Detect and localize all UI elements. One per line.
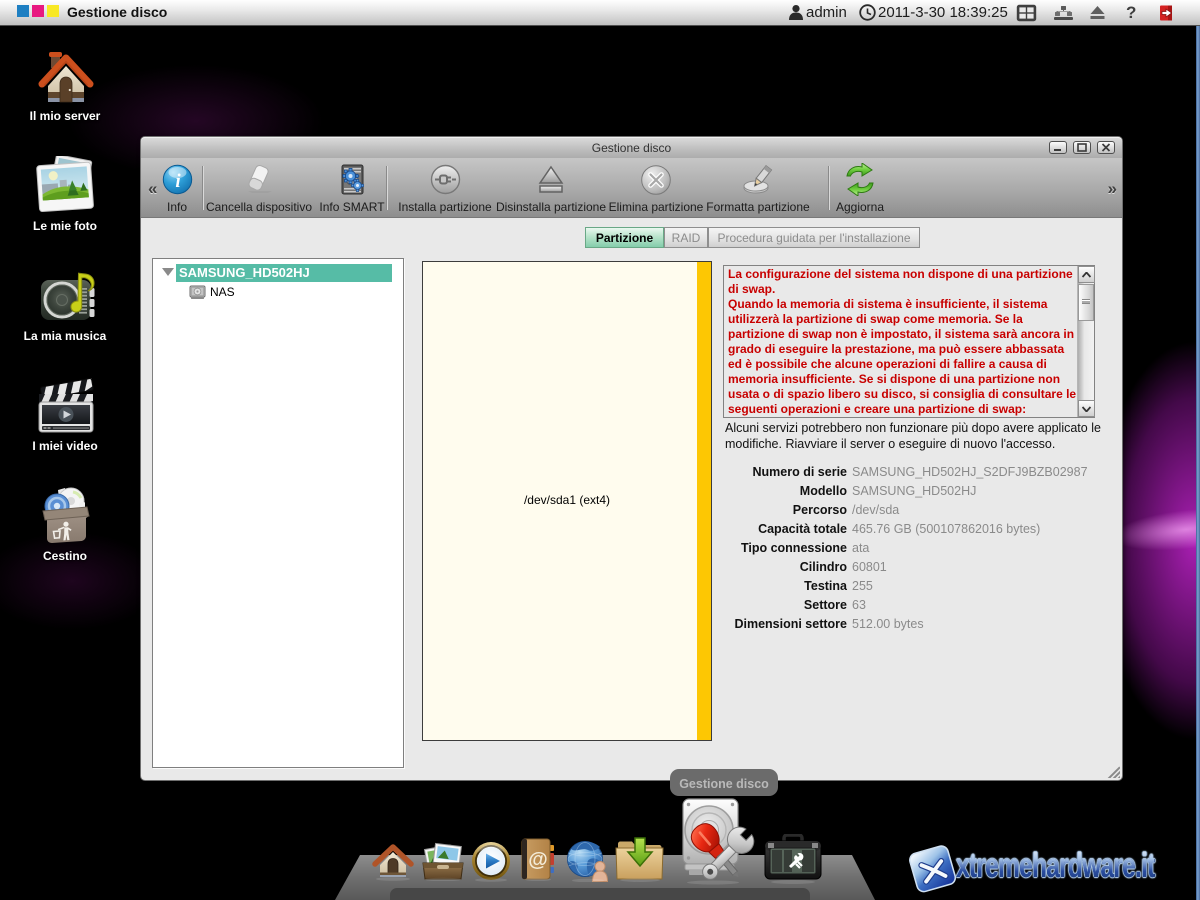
svg-text:@: @ (528, 849, 548, 871)
svg-text:i: i (175, 171, 181, 192)
